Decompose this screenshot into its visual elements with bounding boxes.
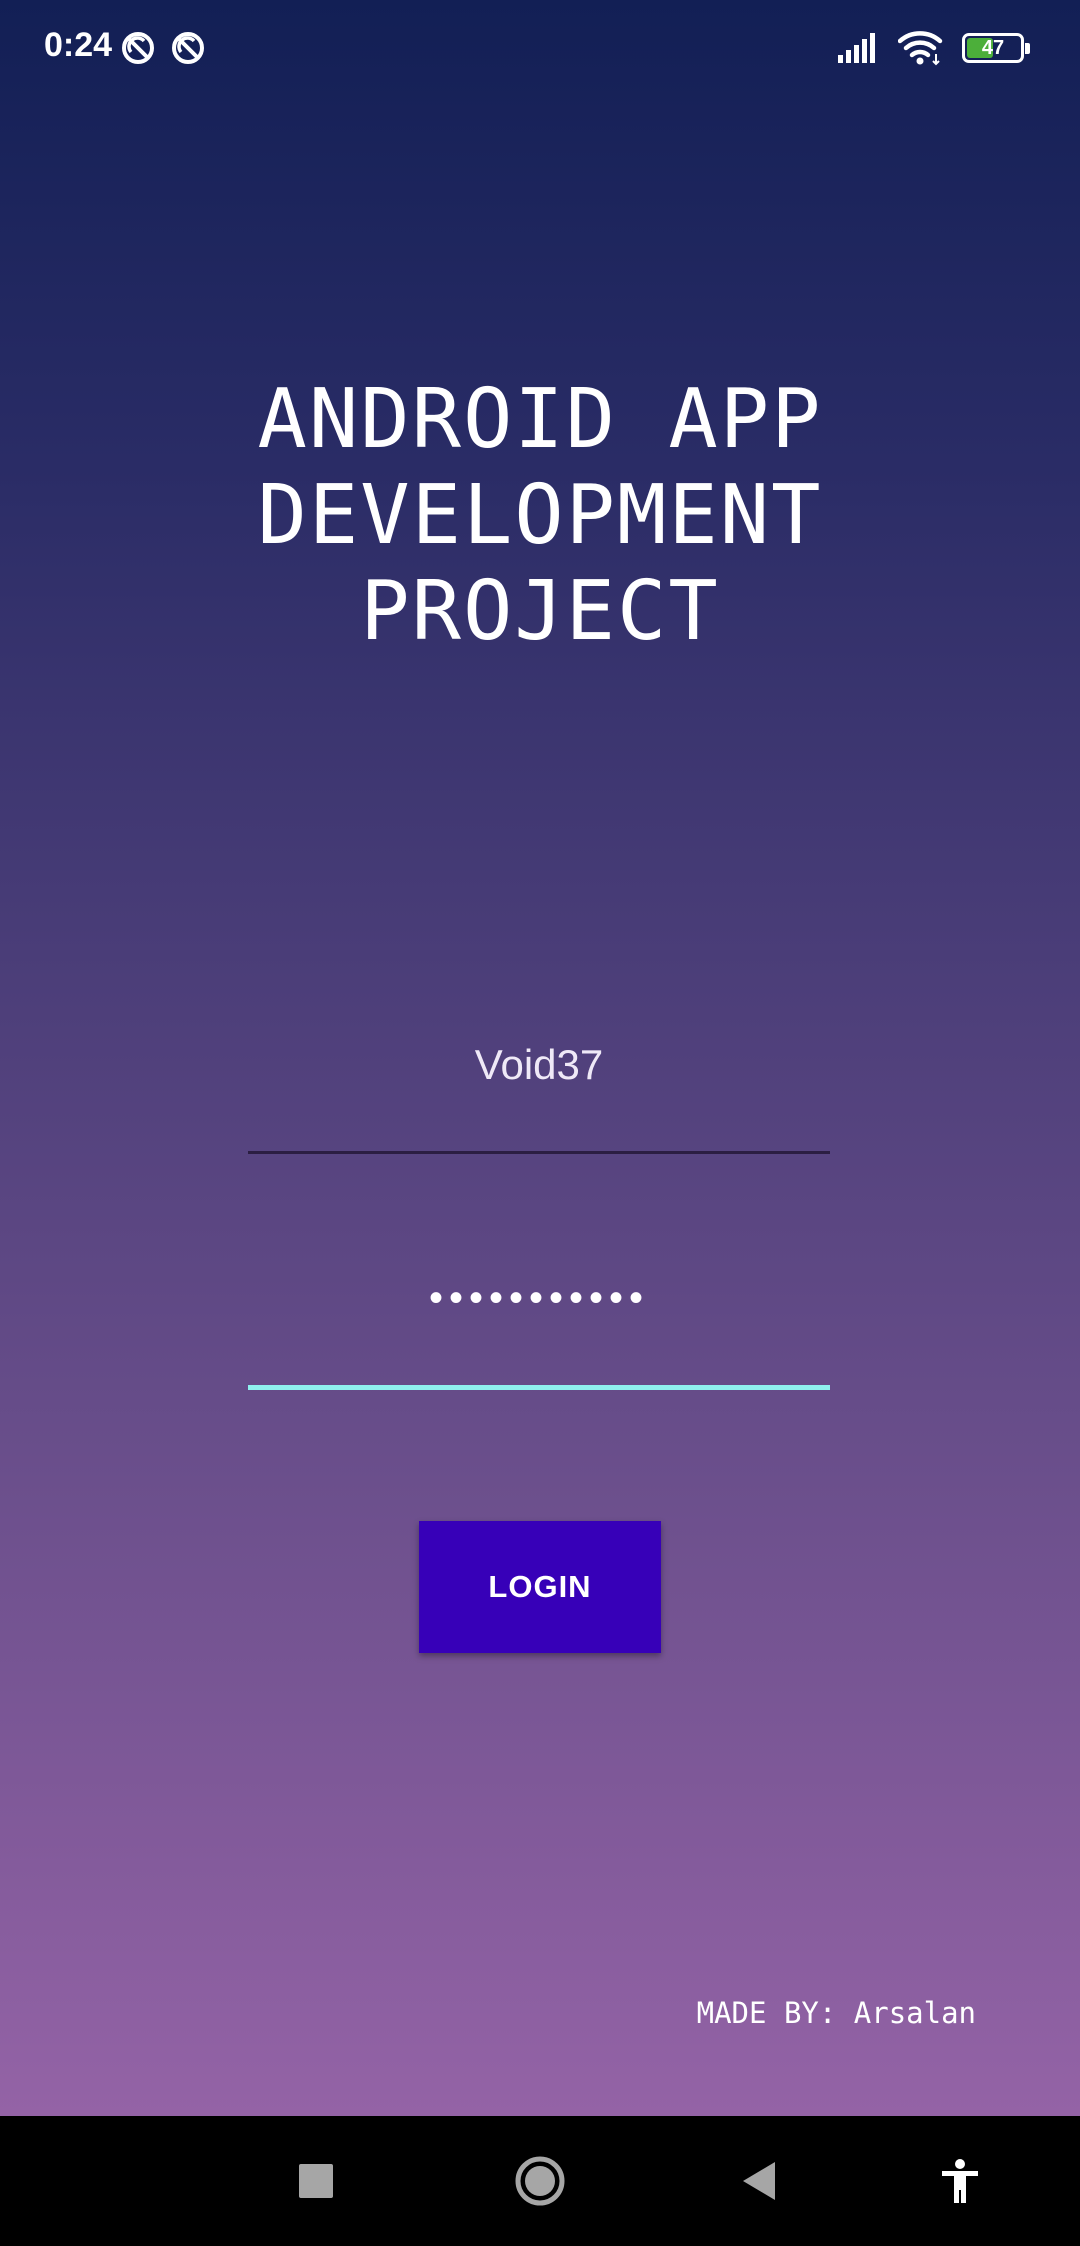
signal-icon [838, 33, 875, 63]
battery-level: 47 [981, 37, 1005, 59]
login-button[interactable]: LOGIN [419, 1521, 661, 1653]
back-icon [743, 2162, 775, 2200]
password-field[interactable] [248, 1262, 830, 1392]
app-title-line: DEVELOPMENT [257, 468, 823, 563]
status-right-icons: 47 [838, 28, 1030, 68]
sync-disabled-icon [172, 32, 204, 64]
username-underline [248, 1151, 830, 1154]
made-by-credit: MADE BY: Arsalan [696, 1996, 976, 2030]
recents-button[interactable] [256, 2116, 376, 2246]
accessibility-icon [942, 2159, 978, 2203]
status-time: 0:24 [44, 26, 113, 64]
back-button[interactable] [700, 2116, 820, 2246]
password-input[interactable] [248, 1262, 830, 1334]
navigation-bar [0, 2116, 1080, 2246]
password-underline-focused [248, 1385, 830, 1390]
status-bar: 0:24 47 [0, 0, 1080, 96]
app-title-line: PROJECT [360, 564, 720, 659]
home-icon [515, 2156, 565, 2206]
login-screen: 0:24 47 ANDROID APP DEVELOPMENT PROJECT … [0, 0, 1080, 2116]
battery-icon: 47 [962, 33, 1030, 63]
accessibility-button[interactable] [900, 2116, 1020, 2246]
home-button[interactable] [480, 2116, 600, 2246]
app-title-line: ANDROID APP [257, 372, 823, 467]
username-field[interactable] [248, 1030, 830, 1154]
username-input[interactable] [248, 1030, 830, 1100]
recents-icon [299, 2164, 333, 2198]
wifi-icon [898, 31, 943, 66]
sync-disabled-icon [122, 32, 154, 64]
app-title: ANDROID APP DEVELOPMENT PROJECT [0, 372, 1080, 660]
